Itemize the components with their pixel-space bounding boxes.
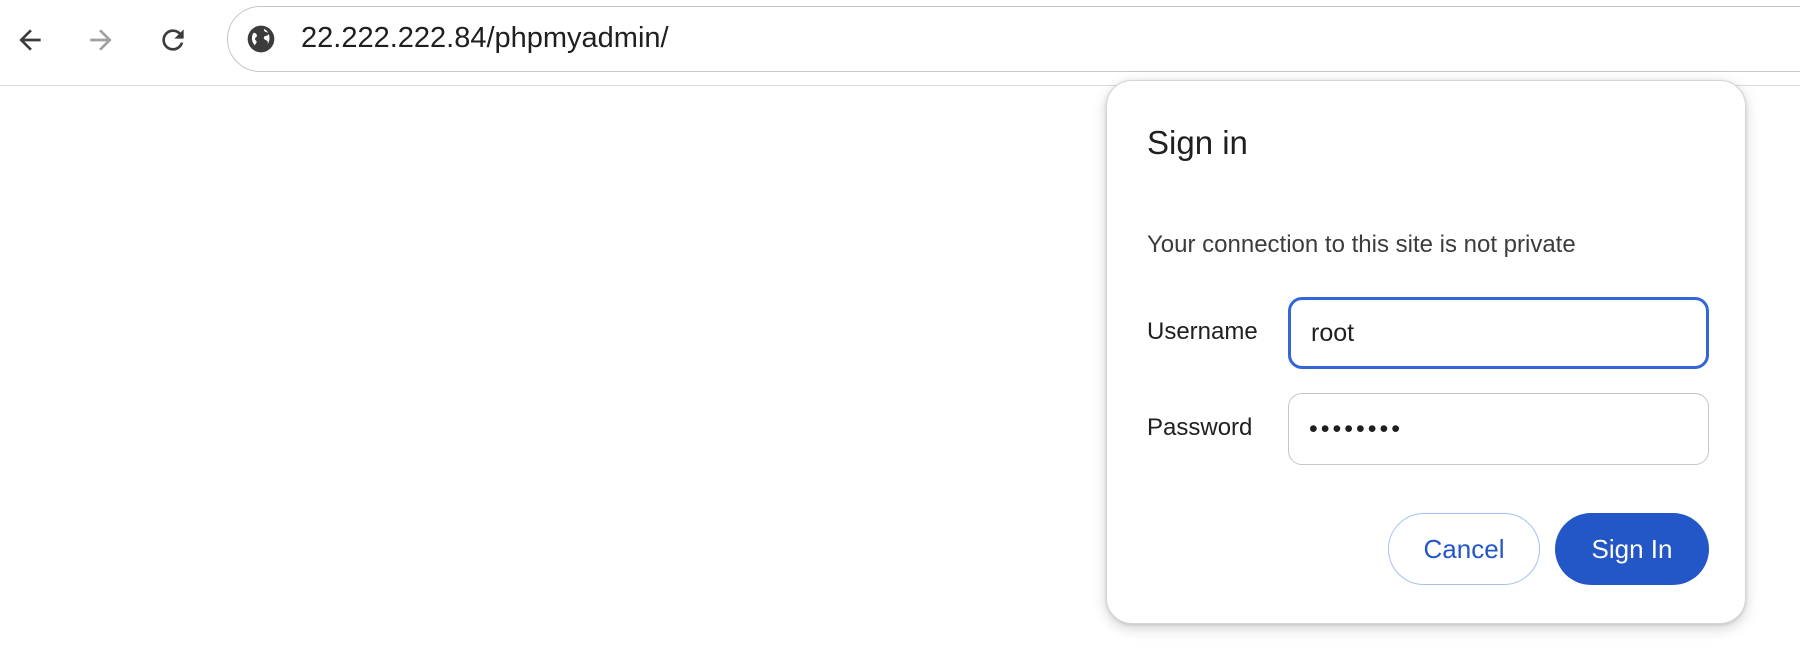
arrow-left-icon [19,29,41,51]
dialog-title: Sign in [1147,124,1248,161]
dialog-subtitle: Your connection to this site is not priv… [1147,231,1576,258]
back-button[interactable] [2,12,58,68]
reload-icon [162,29,184,51]
password-field[interactable] [1288,393,1709,465]
url-text[interactable]: 22.222.222.84/phpmyadmin/ [301,7,669,70]
cancel-button[interactable]: Cancel [1388,513,1540,585]
globe-icon[interactable] [245,23,277,55]
browser-toolbar: 22.222.222.84/phpmyadmin/ [0,0,1800,86]
reload-button[interactable] [145,12,201,68]
username-field[interactable] [1288,297,1709,369]
sign-in-dialog: Sign in Your connection to this site is … [1106,80,1746,624]
address-bar[interactable]: 22.222.222.84/phpmyadmin/ [227,6,1800,72]
sign-in-button[interactable]: Sign In [1555,513,1709,585]
password-label: Password [1147,414,1253,441]
arrow-right-icon [90,29,112,51]
username-label: Username [1147,318,1258,345]
forward-button[interactable] [73,12,129,68]
